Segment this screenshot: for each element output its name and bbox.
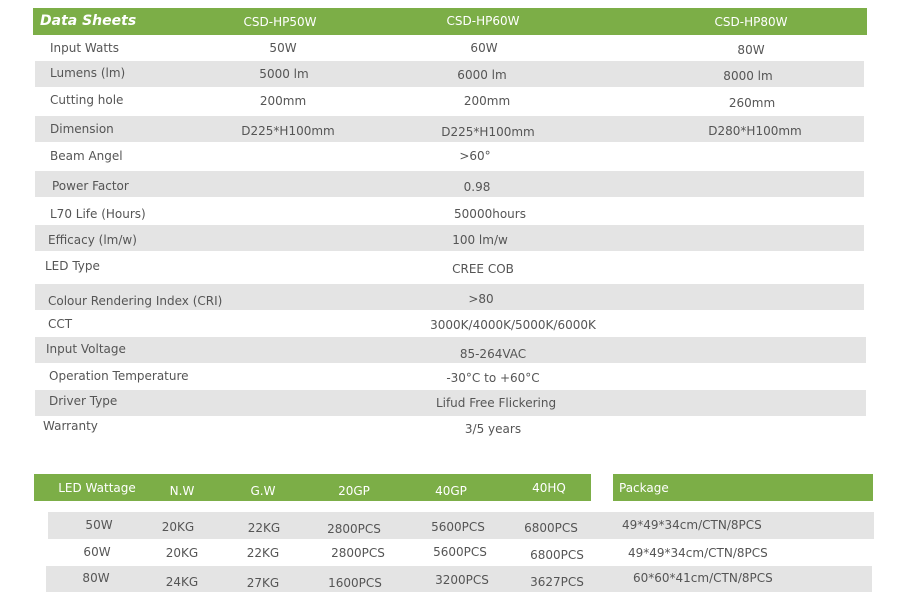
header-40hq: 40HQ: [532, 481, 566, 495]
packing-cell-gw: 27KG: [246, 576, 280, 590]
row-label-input-watts: Input Watts: [50, 41, 119, 55]
packing-cell-20gp: 2800PCS: [331, 546, 385, 560]
cell-cutting-hole-80w: 260mm: [728, 96, 776, 110]
cell-driver-type: Lifud Free Flickering: [435, 396, 557, 410]
cell-power-factor: 0.98: [463, 180, 491, 194]
header-20gp: 20GP: [338, 484, 370, 498]
cell-operation-temperature: -30°C to +60°C: [446, 371, 540, 385]
cell-beam-angel: >60°: [459, 149, 491, 163]
cell-lumens-60w: 6000 lm: [457, 68, 507, 82]
row-stripe: [35, 225, 864, 251]
row-label-l70-life: L70 Life (Hours): [50, 207, 146, 221]
packing-cell-40gp: 5600PCS: [433, 545, 487, 559]
packing-cell-20gp: 1600PCS: [328, 576, 382, 590]
packing-cell-package: 60*60*41cm/CTN/8PCS: [633, 571, 773, 585]
row-label-input-voltage: Input Voltage: [46, 342, 126, 356]
packing-cell-40gp: 3200PCS: [435, 573, 489, 587]
packing-cell-nw: 20KG: [161, 520, 195, 534]
row-label-power-factor: Power Factor: [52, 179, 129, 193]
row-label-cri: Colour Rendering Index (CRI): [48, 294, 223, 308]
row-stripe: [35, 337, 866, 363]
packing-cell-40gp: 5600PCS: [431, 520, 485, 534]
packing-cell-gw: 22KG: [246, 546, 280, 560]
row-label-beam-angel: Beam Angel: [50, 149, 123, 163]
cell-lumens-50w: 5000 lm: [259, 67, 309, 81]
row-label-cutting-hole: Cutting hole: [50, 93, 124, 107]
cell-input-watts-80w: 80W: [737, 43, 765, 57]
packing-cell-package: 49*49*34cm/CTN/8PCS: [628, 546, 768, 560]
cell-cri: >80: [468, 292, 494, 306]
cell-l70-life: 50000hours: [454, 207, 526, 221]
cell-warranty: 3/5 years: [464, 422, 522, 436]
header-led-wattage: LED Wattage: [58, 481, 136, 495]
header-gw: G.W: [250, 484, 276, 498]
cell-input-voltage: 85-264VAC: [459, 347, 527, 361]
packing-cell-20gp: 2800PCS: [327, 522, 381, 536]
cell-cutting-hole-60w: 200mm: [463, 94, 511, 108]
header-package: Package: [619, 481, 669, 495]
cell-cutting-hole-50w: 200mm: [259, 94, 307, 108]
packing-cell-40hq: 6800PCS: [530, 548, 584, 562]
packing-cell-40hq: 6800PCS: [524, 521, 578, 535]
cell-efficacy: 100 lm/w: [452, 233, 508, 247]
cell-input-watts-60w: 60W: [470, 41, 498, 55]
row-label-cct: CCT: [48, 317, 73, 331]
model-header-2: CSD-HP60W: [446, 14, 520, 28]
header-nw: N.W: [169, 484, 195, 498]
packing-cell-wattage: 80W: [82, 571, 110, 585]
cell-lumens-80w: 8000 lm: [723, 69, 773, 83]
cell-input-watts-50w: 50W: [269, 41, 297, 55]
row-label-dimension: Dimension: [50, 122, 114, 136]
row-label-lumens: Lumens (lm): [50, 66, 126, 80]
packing-cell-nw: 20KG: [165, 546, 199, 560]
row-label-operation-temperature: Operation Temperature: [49, 369, 189, 383]
model-header-1: CSD-HP50W: [243, 15, 317, 29]
packing-cell-wattage: 60W: [83, 545, 111, 559]
row-stripe: [35, 171, 864, 197]
row-label-warranty: Warranty: [43, 419, 98, 433]
header-40gp: 40GP: [435, 484, 467, 498]
packing-cell-wattage: 50W: [85, 518, 113, 532]
packing-cell-nw: 24KG: [165, 575, 199, 589]
cell-dimension-50w: D225*H100mm: [241, 124, 335, 138]
cell-dimension-80w: D280*H100mm: [708, 124, 802, 138]
packing-cell-gw: 22KG: [247, 521, 281, 535]
cell-led-type: CREE COB: [452, 262, 514, 276]
packing-cell-40hq: 3627PCS: [530, 575, 584, 589]
model-header-3: CSD-HP80W: [714, 15, 788, 29]
cell-dimension-60w: D225*H100mm: [441, 125, 535, 139]
data-sheet-title: Data Sheets: [40, 13, 137, 29]
row-label-efficacy: Efficacy (lm/w): [48, 233, 137, 247]
row-label-led-type: LED Type: [45, 259, 100, 273]
cell-cct: 3000K/4000K/5000K/6000K: [430, 318, 596, 332]
packing-cell-package: 49*49*34cm/CTN/8PCS: [622, 518, 762, 532]
row-label-driver-type: Driver Type: [49, 394, 118, 408]
